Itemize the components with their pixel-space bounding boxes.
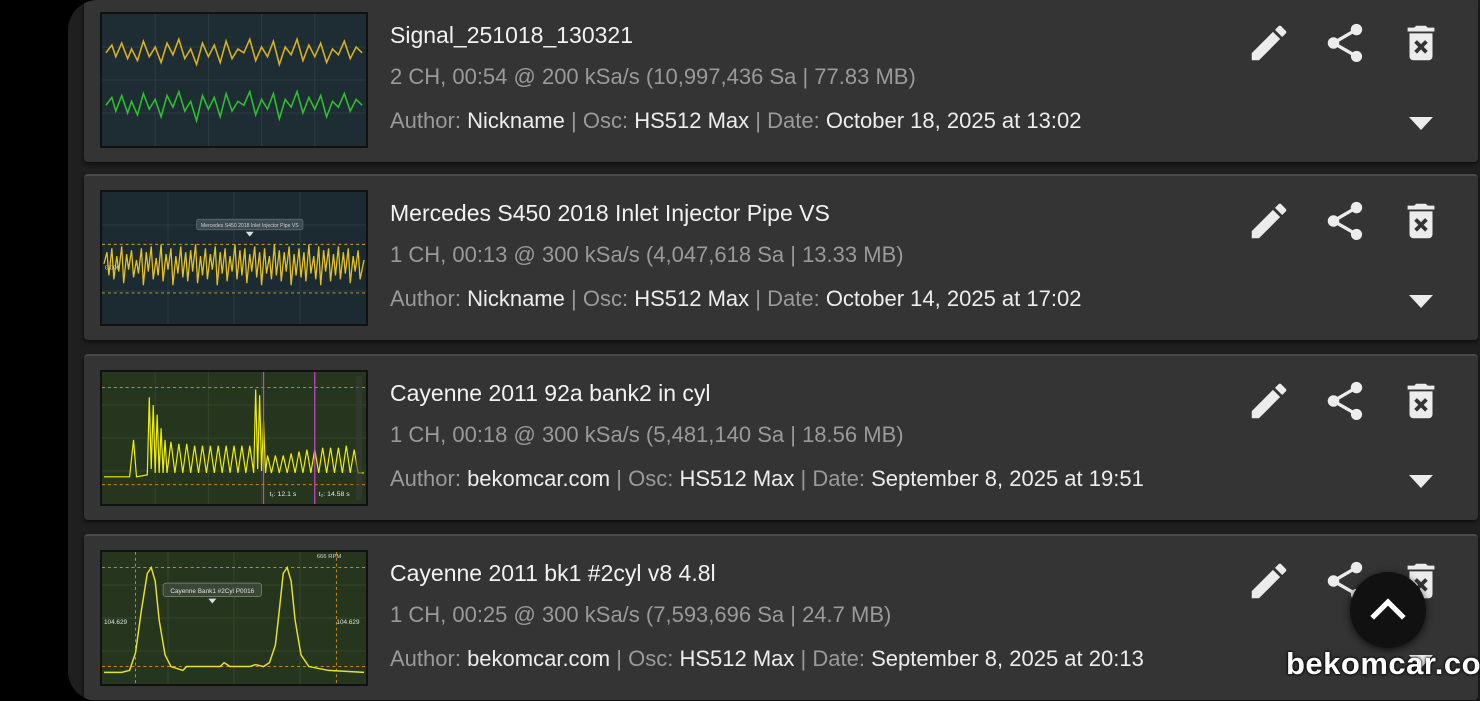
recording-title: Mercedes S450 2018 Inlet Injector Pipe V… bbox=[390, 200, 830, 226]
expand-button[interactable] bbox=[1404, 470, 1438, 494]
waveform-thumbnail-graphic bbox=[102, 14, 366, 146]
share-button[interactable] bbox=[1320, 376, 1370, 426]
recording-card[interactable]: t₁: 12.1 s t₂: 14.58 s Cayenne 2011 92a … bbox=[84, 354, 1478, 520]
thumbnail-top-label: 666 RPM bbox=[317, 554, 342, 560]
author-value: Nickname bbox=[467, 108, 565, 133]
date-label: | Date: bbox=[800, 466, 865, 491]
chevron-up-icon bbox=[1370, 598, 1406, 620]
expand-button[interactable] bbox=[1404, 112, 1438, 136]
recording-specs: 2 CH, 00:54 @ 200 kSa/s (10,997,436 Sa |… bbox=[390, 64, 916, 89]
recording-meta: Author: bekomcar.com | Osc: HS512 Max | … bbox=[390, 646, 1144, 672]
recording-meta: Author: Nickname | Osc: HS512 Max | Date… bbox=[390, 108, 1081, 134]
thumbnail-cursor-2: t₂: 14.58 s bbox=[319, 491, 351, 498]
osc-label: | Osc: bbox=[571, 286, 629, 311]
thumbnail-right-value: 104.629 bbox=[336, 619, 360, 626]
thumbnail-tooltip: Mercedes S450 2018 Inlet Injector Pipe V… bbox=[201, 223, 299, 229]
osc-label: | Osc: bbox=[616, 466, 674, 491]
watermark: bekomcar.com bbox=[1286, 646, 1480, 681]
osc-value: HS512 Max bbox=[634, 108, 750, 133]
recording-card[interactable]: Mercedes S450 2018 Inlet Injector Pipe V… bbox=[84, 174, 1478, 340]
delete-button[interactable] bbox=[1396, 196, 1446, 246]
date-value: October 14, 2025 at 17:02 bbox=[825, 286, 1082, 311]
date-label: | Date: bbox=[800, 646, 865, 671]
author-label: Author: bbox=[390, 646, 461, 671]
date-label: | Date: bbox=[755, 108, 820, 133]
recording-card[interactable]: Signal_251018_130321 2 CH, 00:54 @ 200 k… bbox=[84, 0, 1478, 162]
recordings-screen: Signal_251018_130321 2 CH, 00:54 @ 200 k… bbox=[68, 0, 1480, 701]
scroll-to-top-button[interactable] bbox=[1350, 572, 1426, 648]
author-label: Author: bbox=[390, 286, 461, 311]
edit-button[interactable] bbox=[1244, 556, 1294, 606]
pencil-icon bbox=[1251, 25, 1287, 61]
recording-specs: 1 CH, 00:25 @ 300 kSa/s (7,593,696 Sa | … bbox=[390, 602, 892, 627]
share-icon bbox=[1327, 23, 1363, 63]
delete-icon bbox=[1407, 383, 1435, 419]
edit-button[interactable] bbox=[1244, 196, 1294, 246]
expand-button[interactable] bbox=[1404, 290, 1438, 314]
thumbnail-left-value: 104.629 bbox=[104, 619, 128, 626]
caret-down-icon bbox=[1409, 475, 1433, 488]
caret-down-icon bbox=[1409, 295, 1433, 308]
waveform-thumbnail[interactable]: 666 RPM Cayenne Bank1 #2Cyl P0016 104.62… bbox=[100, 550, 368, 686]
pencil-icon bbox=[1251, 203, 1287, 239]
caret-down-icon bbox=[1409, 117, 1433, 130]
delete-button[interactable] bbox=[1396, 18, 1446, 68]
date-value: September 8, 2025 at 20:13 bbox=[871, 646, 1144, 671]
edit-button[interactable] bbox=[1244, 376, 1294, 426]
recording-title: Cayenne 2011 92a bank2 in cyl bbox=[390, 380, 711, 406]
author-label: Author: bbox=[390, 466, 461, 491]
osc-value: HS512 Max bbox=[679, 466, 795, 491]
recording-title: Cayenne 2011 bk1 #2cyl v8 4.8l bbox=[390, 560, 716, 586]
osc-value: HS512 Max bbox=[679, 646, 795, 671]
author-value: bekomcar.com bbox=[467, 646, 611, 671]
author-value: Nickname bbox=[467, 286, 565, 311]
share-icon bbox=[1327, 381, 1363, 421]
osc-label: | Osc: bbox=[616, 646, 674, 671]
recording-specs: 1 CH, 00:18 @ 300 kSa/s (5,481,140 Sa | … bbox=[390, 422, 904, 447]
recording-title: Signal_251018_130321 bbox=[390, 22, 634, 48]
edit-button[interactable] bbox=[1244, 18, 1294, 68]
recording-meta: Author: bekomcar.com | Osc: HS512 Max | … bbox=[390, 466, 1144, 492]
share-icon bbox=[1327, 201, 1363, 241]
thumbnail-tooltip: Cayenne Bank1 #2Cyl P0016 bbox=[170, 588, 254, 595]
share-button[interactable] bbox=[1320, 18, 1370, 68]
recording-meta: Author: Nickname | Osc: HS512 Max | Date… bbox=[390, 286, 1081, 312]
waveform-thumbnail[interactable]: Mercedes S450 2018 Inlet Injector Pipe V… bbox=[100, 190, 368, 326]
recording-specs: 1 CH, 00:13 @ 300 kSa/s (4,047,618 Sa | … bbox=[390, 242, 904, 267]
delete-icon bbox=[1407, 203, 1435, 239]
waveform-thumbnail[interactable]: t₁: 12.1 s t₂: 14.58 s bbox=[100, 370, 368, 506]
delete-icon bbox=[1407, 25, 1435, 61]
date-value: September 8, 2025 at 19:51 bbox=[871, 466, 1144, 491]
waveform-thumbnail[interactable] bbox=[100, 12, 368, 148]
pencil-icon bbox=[1251, 563, 1287, 599]
date-label: | Date: bbox=[755, 286, 820, 311]
author-value: bekomcar.com bbox=[467, 466, 611, 491]
waveform-thumbnail-graphic: 666 RPM Cayenne Bank1 #2Cyl P0016 104.62… bbox=[102, 552, 366, 684]
author-label: Author: bbox=[390, 108, 461, 133]
date-value: October 18, 2025 at 13:02 bbox=[825, 108, 1082, 133]
delete-button[interactable] bbox=[1396, 376, 1446, 426]
pencil-icon bbox=[1251, 383, 1287, 419]
waveform-thumbnail-graphic: Mercedes S450 2018 Inlet Injector Pipe V… bbox=[102, 192, 366, 324]
share-button[interactable] bbox=[1320, 196, 1370, 246]
thumbnail-cursor-1: t₁: 12.1 s bbox=[269, 491, 296, 498]
osc-value: HS512 Max bbox=[634, 286, 750, 311]
waveform-thumbnail-graphic: t₁: 12.1 s t₂: 14.58 s bbox=[102, 372, 366, 504]
recording-card[interactable]: 666 RPM Cayenne Bank1 #2Cyl P0016 104.62… bbox=[84, 534, 1478, 700]
osc-label: | Osc: bbox=[571, 108, 629, 133]
